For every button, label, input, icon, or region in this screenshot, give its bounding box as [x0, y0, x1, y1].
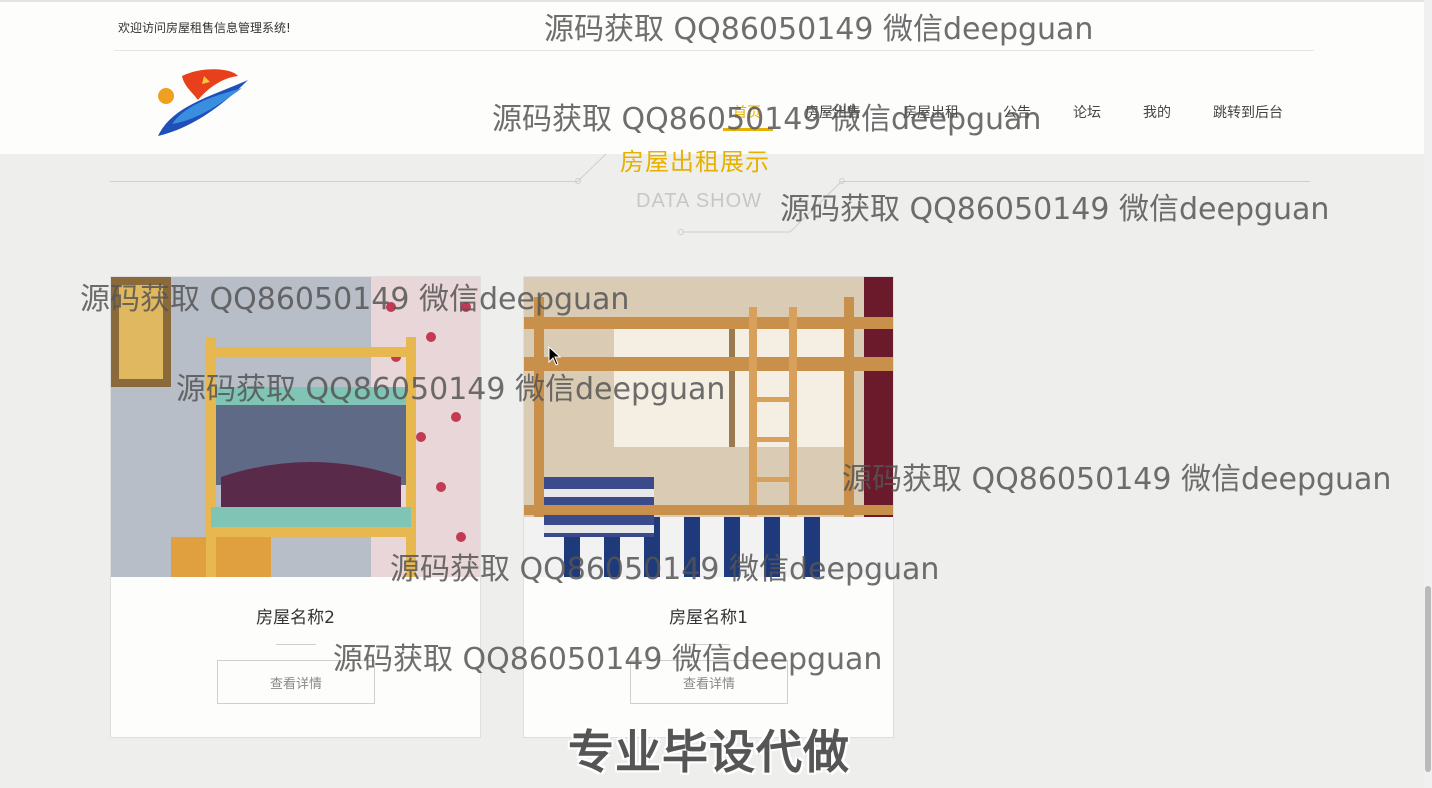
house-card[interactable]: 房屋名称2 查看详情 [110, 276, 481, 738]
watermark-text: 源码获取 QQ86050149 微信deepguan [842, 462, 1392, 497]
nav-home[interactable]: 首页 [733, 102, 761, 122]
house-photo[interactable] [111, 277, 480, 577]
house-name: 房屋名称2 [256, 608, 335, 628]
nav-admin-link[interactable]: 跳转到后台 [1213, 102, 1283, 122]
nav-house-rent[interactable]: 房屋出租 [903, 102, 959, 122]
watermark-banner: 专业毕设代做 [568, 725, 850, 779]
house-photo[interactable] [524, 277, 893, 577]
view-details-button[interactable]: 查看详情 [217, 660, 375, 704]
main-nav: 首页 房屋出售 房屋出租 公告 论坛 我的 跳转到后台 [0, 2, 1432, 156]
card-separator [276, 644, 316, 645]
title-line-right [842, 181, 1310, 182]
nav-mine[interactable]: 我的 [1143, 102, 1171, 122]
nav-announcement[interactable]: 公告 [1003, 102, 1031, 122]
section-title: 房屋出租展示 [620, 148, 770, 176]
nav-active-indicator [723, 128, 773, 131]
house-name: 房屋名称1 [669, 608, 748, 628]
site-header: 欢迎访问房屋租售信息管理系统! 首页 房屋出售 房屋出租 公告 论坛 我的 跳转… [0, 0, 1432, 154]
watermark-text: 源码获取 QQ86050149 微信deepguan [780, 192, 1330, 227]
view-details-button[interactable]: 查看详情 [630, 660, 788, 704]
mouse-cursor-icon [548, 346, 562, 366]
nav-house-sale[interactable]: 房屋出售 [805, 102, 861, 122]
title-line-left [110, 181, 578, 182]
card-separator [689, 644, 729, 645]
scrollbar-thumb[interactable] [1425, 586, 1431, 772]
section-subtitle: DATA SHOW [636, 190, 763, 212]
house-card[interactable]: 房屋名称1 查看详情 [523, 276, 894, 738]
nav-forum[interactable]: 论坛 [1073, 102, 1101, 122]
